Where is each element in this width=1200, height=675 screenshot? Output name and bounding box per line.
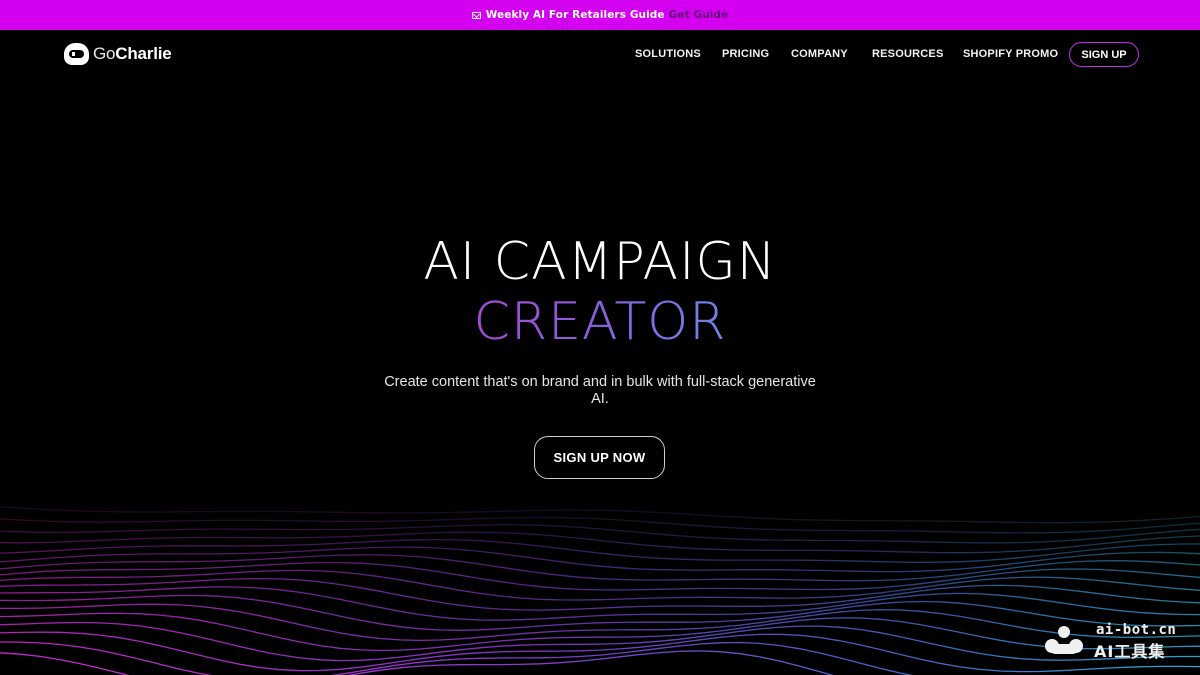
logo-prefix: Go (93, 44, 116, 63)
announcement-bar: Weekly AI For Retailers Guide Get Guide (0, 0, 1200, 30)
robot-logo-icon (64, 43, 89, 65)
watermark-logo-icon (1045, 626, 1083, 654)
nav-item-pricing[interactable]: PRICING (722, 48, 769, 60)
watermark: ai-bot.cn AI工具集 (1040, 618, 1190, 668)
announcement-text: Weekly AI For Retailers Guide (485, 9, 665, 21)
wave-lines-decoration (0, 495, 1200, 675)
mail-icon (471, 11, 481, 19)
nav-item-solutions[interactable]: SOLUTIONS (635, 48, 701, 60)
nav-item-resources[interactable]: RESOURCES (872, 48, 943, 60)
watermark-site: ai-bot.cn (1096, 622, 1177, 638)
sign-up-now-button[interactable]: SIGN UP NOW (534, 436, 665, 479)
nav-item-company[interactable]: COMPANY (791, 48, 848, 60)
hero-subtitle-text: CREATOR (473, 292, 727, 352)
main-navigation: Go Charlie SOLUTIONS PRICING COMPANY RESO… (0, 30, 1200, 80)
hero-title: AI CAMPAIGN (423, 232, 777, 292)
logo-name: Charlie (115, 44, 172, 63)
hero-subtitle: CREATOR (0, 292, 1200, 352)
hero-description: Create content that's on brand and in bu… (384, 374, 816, 407)
get-guide-link[interactable]: Get Guide (669, 9, 729, 21)
watermark-name: AI工具集 (1094, 642, 1166, 661)
gocharlie-logo[interactable]: Go Charlie (64, 43, 172, 65)
sign-up-button[interactable]: SIGN UP (1069, 42, 1139, 67)
nav-item-shopify-promo[interactable]: SHOPIFY PROMO (963, 48, 1058, 60)
